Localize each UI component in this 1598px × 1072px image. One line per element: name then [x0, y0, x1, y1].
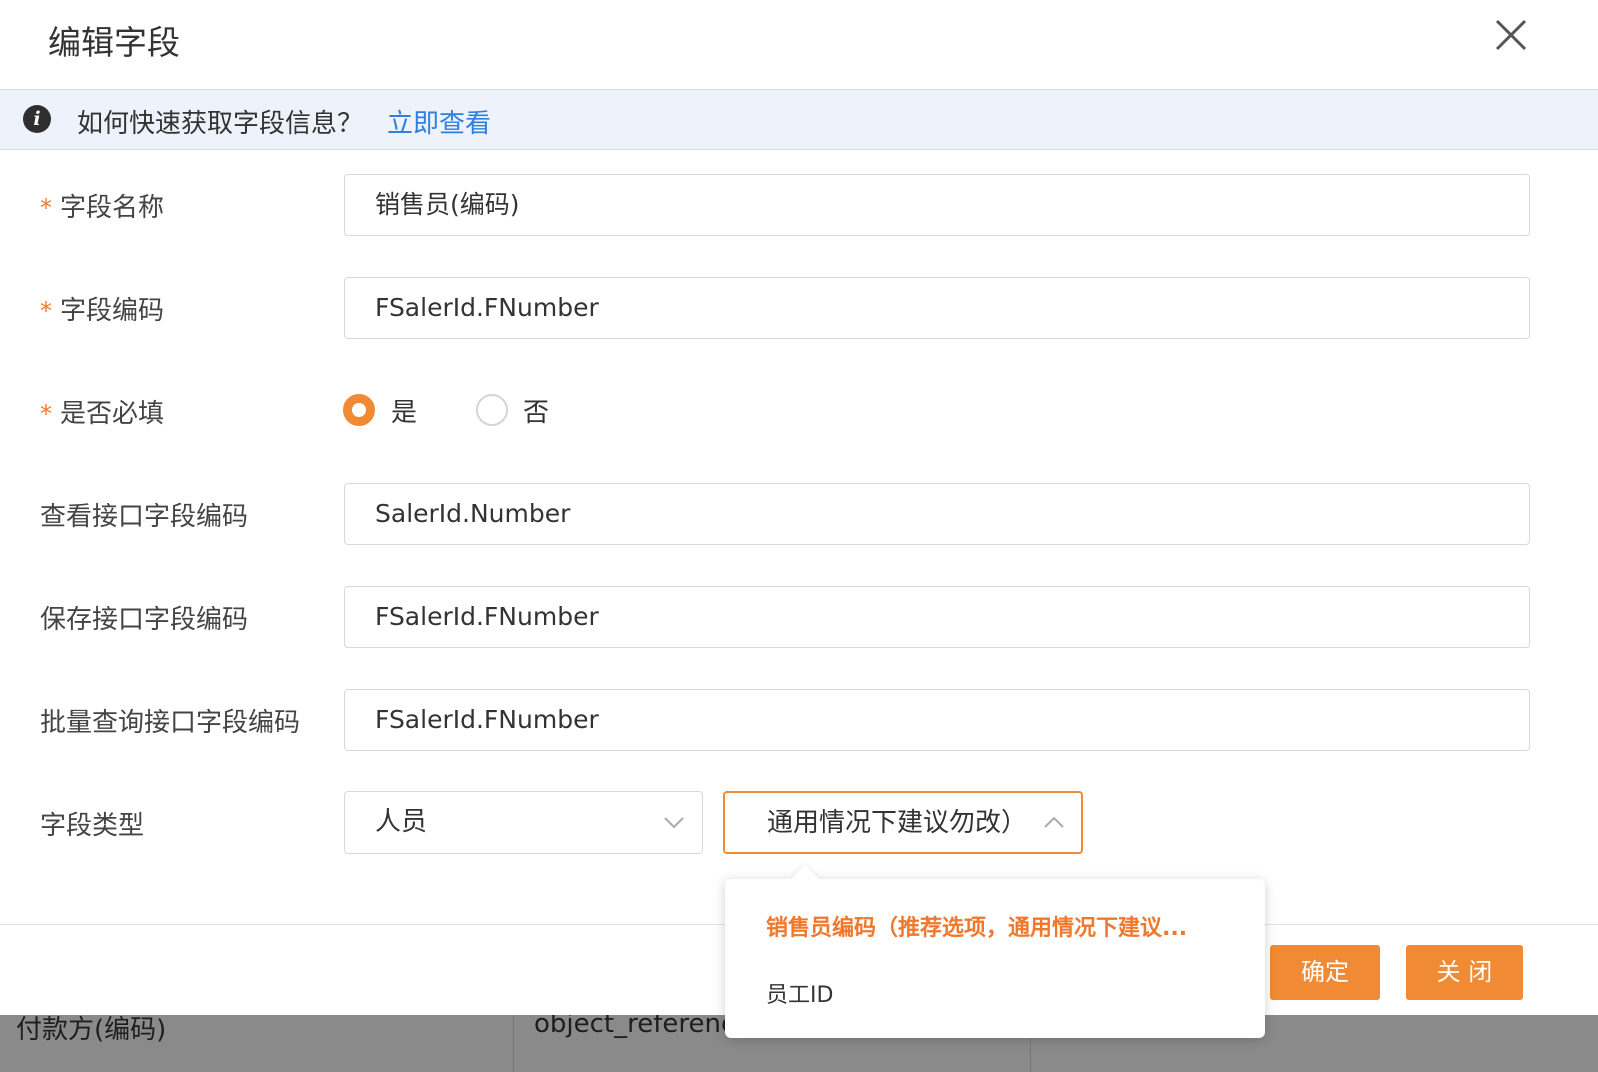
field-subtype-select-value: 通用情况下建议勿改） — [767, 808, 1028, 838]
batch-code-input[interactable]: FSalerId.FNumber — [344, 689, 1530, 751]
field-type-select-value: 人员 — [375, 807, 428, 837]
field-subtype-dropdown: 销售员编码（推荐选项，通用情况下建议... 员工ID — [725, 879, 1265, 1038]
required-no-label[interactable]: 否 — [523, 392, 549, 429]
required-label: * 是否必填 — [40, 393, 164, 430]
field-subtype-select[interactable]: 通用情况下建议勿改） — [723, 791, 1083, 854]
save-code-label: 保存接口字段编码 — [40, 605, 249, 635]
field-type-label: 字段类型 — [40, 811, 145, 841]
save-code-input[interactable]: FSalerId.FNumber — [344, 586, 1530, 648]
chevron-down-icon — [664, 817, 684, 829]
field-name-input[interactable]: 销售员(编码) — [344, 174, 1530, 236]
view-now-link[interactable]: 立即查看 — [387, 103, 491, 140]
required-no-radio[interactable] — [476, 394, 508, 426]
dropdown-option-sales-code[interactable]: 销售员编码（推荐选项，通用情况下建议... — [766, 910, 1187, 942]
close-button[interactable]: 关 闭 — [1406, 945, 1523, 1000]
info-icon: i — [23, 105, 51, 133]
field-code-label-text: 字段编码 — [60, 296, 165, 326]
required-asterisk: * — [40, 297, 52, 325]
field-type-select[interactable]: 人员 — [344, 791, 703, 854]
required-yes-label[interactable]: 是 — [391, 392, 417, 429]
field-name-label-text: 字段名称 — [60, 193, 165, 223]
dropdown-option-employee-id[interactable]: 员工ID — [766, 977, 833, 1009]
modal-header: 编辑字段 — [0, 0, 1598, 89]
field-name-label: * 字段名称 — [40, 187, 164, 224]
batch-code-label: 批量查询接口字段编码 — [40, 708, 301, 738]
field-code-input[interactable]: FSalerId.FNumber — [344, 277, 1530, 339]
field-code-label: * 字段编码 — [40, 290, 164, 327]
confirm-button[interactable]: 确定 — [1270, 945, 1380, 1000]
chevron-up-icon — [1044, 816, 1064, 828]
required-label-text: 是否必填 — [60, 399, 165, 429]
info-banner: i 如何快速获取字段信息？ 立即查看 — [0, 89, 1598, 150]
close-icon[interactable] — [1494, 18, 1528, 52]
view-code-input[interactable]: SalerId.Number — [344, 483, 1530, 545]
info-question: 如何快速获取字段信息？ — [77, 109, 364, 139]
background-divider — [513, 1015, 514, 1072]
required-yes-radio[interactable] — [343, 394, 375, 426]
required-asterisk: * — [40, 194, 52, 222]
view-code-label: 查看接口字段编码 — [40, 502, 249, 532]
modal-title: 编辑字段 — [48, 23, 180, 62]
required-asterisk: * — [40, 400, 52, 428]
edit-field-modal: 编辑字段 i 如何快速获取字段信息？ 立即查看 * 字段名称 销售员(编码) * 字… — [0, 0, 1598, 1015]
